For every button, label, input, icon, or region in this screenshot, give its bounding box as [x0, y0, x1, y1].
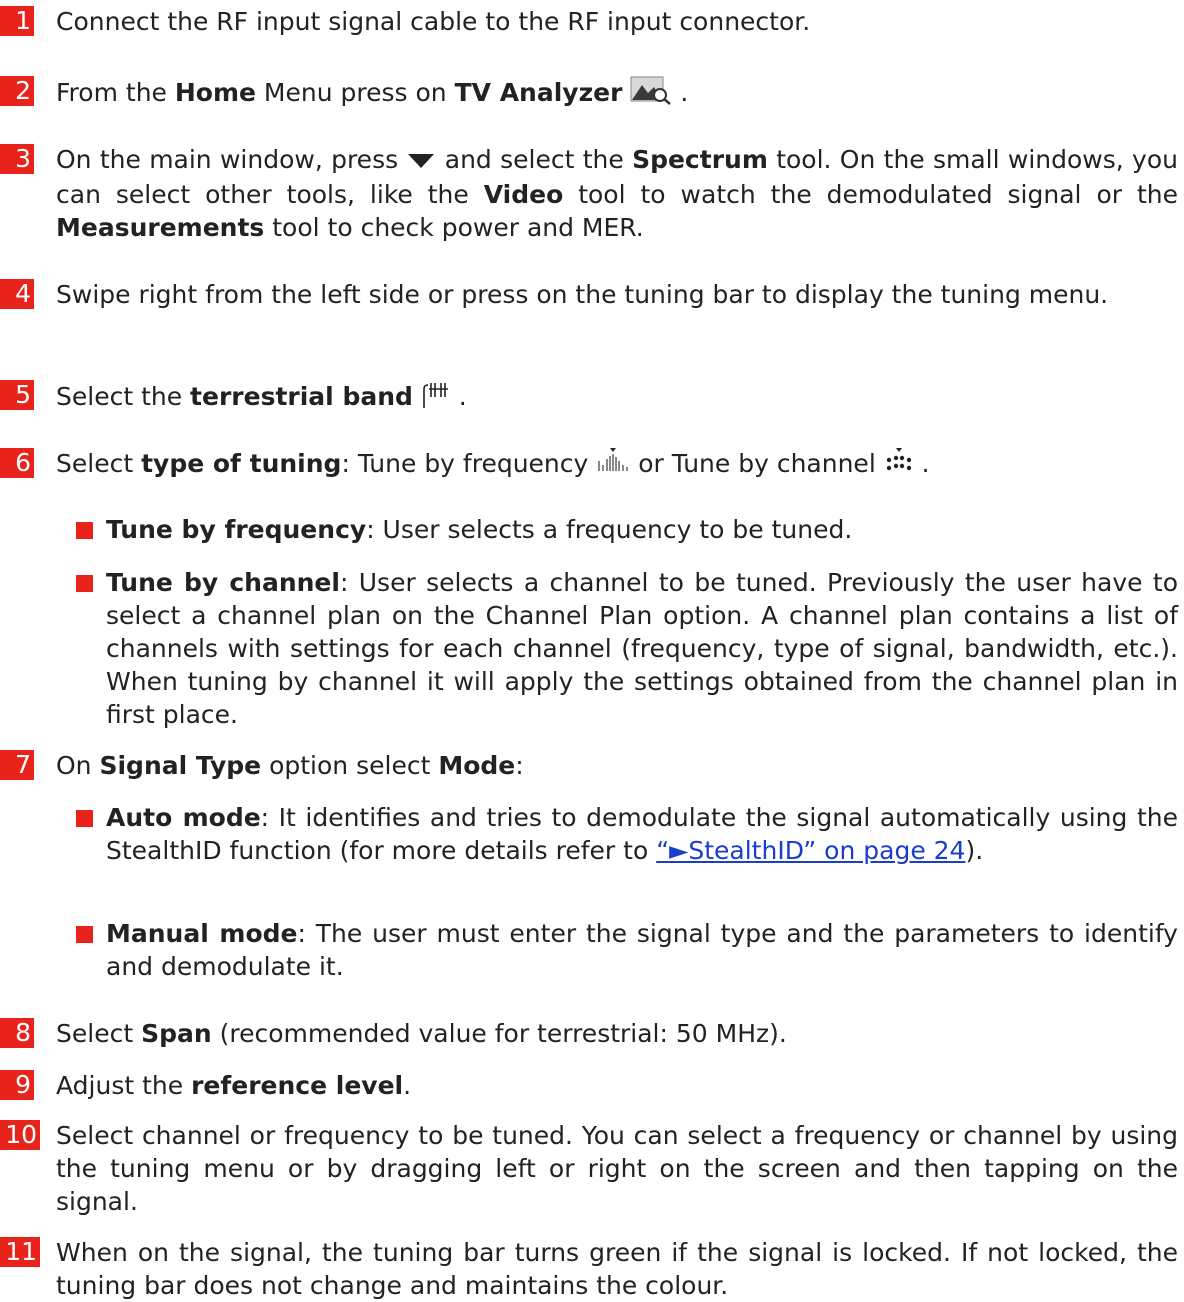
bullet-text: Auto mode: It identifies and tries to de…: [106, 801, 1178, 867]
text-run: (recommended value for terrestrial: 50 M…: [211, 1019, 787, 1048]
text-run: From the: [56, 78, 175, 107]
bold-text: type of tuning: [141, 449, 342, 478]
step-number: 1: [0, 6, 34, 36]
step-text: Select the terrestrial band .: [56, 379, 1178, 417]
text-run: ).: [965, 836, 984, 865]
bold-text: Home: [174, 78, 256, 107]
text-run: On: [56, 751, 100, 780]
step-number: 10: [0, 1120, 40, 1150]
bullet-square-icon: [76, 575, 93, 592]
step-number: 6: [0, 448, 34, 478]
text-run: Select: [56, 449, 142, 478]
step-text: When on the signal, the tuning bar turns…: [56, 1238, 1178, 1300]
text-run: .: [913, 449, 930, 478]
step-text: Swipe right from the left side or press …: [56, 280, 1109, 309]
bold-text: Span: [141, 1019, 212, 1048]
step-number: 2: [0, 76, 34, 106]
step-number: 3: [0, 144, 34, 174]
stealthid-link[interactable]: “►StealthID” on page 24: [656, 836, 965, 865]
text-run: Adjust the: [56, 1071, 192, 1100]
text-run: tool to watch the demodulated signal or …: [563, 179, 1179, 209]
text-run: :: [515, 751, 524, 780]
bold-text: Spectrum: [632, 145, 768, 174]
terrestrial-band-icon: [421, 379, 451, 417]
step-number: 5: [0, 380, 34, 410]
bold-text: TV Analyzer: [454, 78, 623, 107]
text-run: : User selects a frequency to be tuned.: [366, 515, 853, 544]
text-run: option select: [261, 751, 439, 780]
text-run: Select the: [56, 382, 191, 411]
step-text: From the Home Menu press on TV Analyzer …: [56, 75, 1178, 113]
bold-text: Tune by frequency: [106, 515, 367, 544]
tune-frequency-icon: [596, 447, 630, 483]
step-text: Adjust the reference level.: [56, 1069, 1178, 1102]
text-run: and select the: [436, 145, 633, 174]
step-number: 7: [0, 750, 34, 780]
tune-channel-icon: [884, 447, 914, 483]
bullet-square-icon: [76, 522, 93, 539]
bullet-square-icon: [76, 810, 93, 827]
text-run: : It identifies and tries to demodulate …: [106, 803, 1178, 865]
bullet-text: Manual mode: The user must enter the sig…: [106, 917, 1178, 983]
step-text: On the main window, press and select the…: [56, 143, 1178, 244]
bold-text: Video: [483, 179, 564, 209]
step-text: On Signal Type option select Mode:: [56, 749, 1178, 782]
text-run: .: [672, 78, 689, 107]
bold-text: Manual mode: [106, 919, 298, 948]
step-number: 9: [0, 1070, 34, 1100]
step-text: Connect the RF input signal cable to the…: [56, 7, 811, 36]
bold-text: Mode: [438, 751, 516, 780]
step-number: 11: [0, 1237, 40, 1267]
bold-text: Auto mode: [106, 803, 261, 832]
bullet-square-icon: [76, 926, 93, 943]
bold-text: Tune by channel: [106, 568, 340, 597]
bold-text: terrestrial band: [190, 382, 413, 411]
bullet-text: Tune by channel: User selects a channel …: [106, 566, 1178, 731]
bold-text: Signal Type: [99, 751, 262, 780]
tv-analyzer-icon: [630, 75, 672, 113]
step-number: 4: [0, 279, 34, 309]
step-text: Select channel or frequency to be tuned.…: [56, 1121, 1178, 1216]
bold-text: reference level: [191, 1071, 404, 1100]
text-run: : Tune by frequency: [341, 449, 597, 478]
step-number: 8: [0, 1018, 34, 1048]
text-run: tool to check power and MER.: [264, 212, 644, 242]
text-run: Select: [56, 1019, 142, 1048]
text-run: On the main window, press: [56, 145, 407, 174]
step-text: Select type of tuning: Tune by frequency…: [56, 447, 1178, 483]
text-run: .: [450, 382, 467, 411]
bold-text: Measurements: [56, 212, 265, 242]
text-run: or Tune by channel: [630, 449, 884, 478]
step-text: Select Span (recommended value for terre…: [56, 1017, 1178, 1050]
bullet-text: Tune by frequency: User selects a freque…: [106, 513, 1178, 546]
triangle-down-icon: [406, 145, 436, 178]
text-run: Menu press on: [255, 78, 455, 107]
text-run: .: [403, 1071, 412, 1100]
